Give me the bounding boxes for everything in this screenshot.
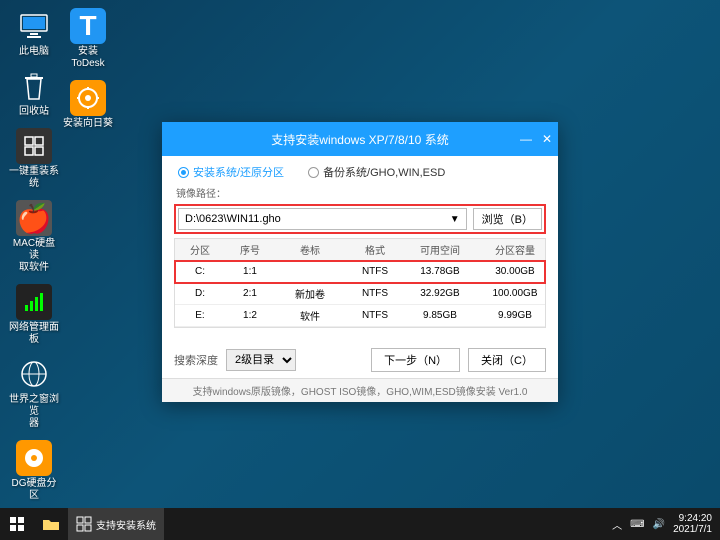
path-highlight: D:\0623\WIN11.gho ▼ 浏览（B） [174,204,546,234]
partition-table: 分区 序号 卷标 格式 可用空间 分区容量 C: 1:1 NTFS 13.78G… [174,238,546,328]
desktop-icon-recycle[interactable]: 回收站 [8,68,60,118]
chevron-down-icon: ▼ [450,214,460,225]
window-title: 支持安装windows XP/7/8/10 系统 [271,131,448,148]
system-tray: ︿ ⌨ 🔊 9:24:20 2021/7/1 [612,513,720,535]
taskbar: 支持安装系统 ︿ ⌨ 🔊 9:24:20 2021/7/1 [0,508,720,540]
desktop-icon-world[interactable]: 世界之窗浏览 器 [8,356,60,430]
taskbar-explorer[interactable] [34,508,68,540]
tray-chevron-icon[interactable]: ︿ [612,517,622,532]
close-button[interactable]: ✕ [542,132,552,146]
radio-backup[interactable]: 备份系统/GHO,WIN,ESD [308,164,445,180]
desktop-icon-todesk[interactable]: T 安装ToDesk [62,8,114,70]
table-header: 分区 序号 卷标 格式 可用空间 分区容量 [175,239,545,261]
windows-icon [10,517,24,531]
desktop-icon-dg[interactable]: DG硬盘分区 [8,440,60,502]
bars-icon [16,284,52,320]
tray-volume-icon[interactable]: 🔊 [653,519,665,530]
todesk-icon: T [70,8,106,44]
table-row[interactable]: D: 2:1 新加卷 NTFS 32.92GB 100.00GB [175,283,545,305]
folder-icon [42,517,60,531]
radio-dot-icon [178,167,189,178]
trash-icon [16,68,52,104]
tray-keyboard-icon[interactable]: ⌨ [630,519,644,530]
grid-icon [16,128,52,164]
desktop-icon-mac[interactable]: 🍎 MAC硬盘读 取软件 [8,200,60,274]
desktop-icon-reinstall[interactable]: 一键重装系统 [8,128,60,190]
close-dialog-button[interactable]: 关闭（C） [468,348,546,372]
desktop-icon-sunflower[interactable]: 安装向日葵 [62,80,114,130]
desktop-icon-network[interactable]: 网络管理面板 [8,284,60,346]
search-depth-select[interactable]: 2级目录 [226,349,296,371]
path-dropdown[interactable]: D:\0623\WIN11.gho ▼ [178,208,467,230]
browse-button[interactable]: 浏览（B） [473,208,542,230]
tray-clock[interactable]: 9:24:20 2021/7/1 [673,513,712,535]
monitor-icon [16,8,52,44]
globe-icon [16,356,52,392]
start-button[interactable] [0,508,34,540]
apple-icon: 🍎 [16,200,52,236]
next-button[interactable]: 下一步（N） [371,348,460,372]
titlebar[interactable]: 支持安装windows XP/7/8/10 系统 — ✕ [162,122,558,156]
desktop-icon-this-pc[interactable]: 此电脑 [8,8,60,58]
radio-dot-icon [308,167,319,178]
status-line: 支持windows原版镜像，GHOST ISO镜像，GHO,WIM,ESD镜像安… [162,378,558,402]
taskbar-app[interactable]: 支持安装系统 [68,508,164,540]
path-label: 镜像路径： [176,189,226,200]
table-row[interactable]: E: 1:2 软件 NTFS 9.85GB 9.99GB [175,305,545,327]
grid-icon [76,516,92,532]
installer-window: 支持安装windows XP/7/8/10 系统 — ✕ 安装系统/还原分区 备… [162,122,558,402]
sunflower-icon [70,80,106,116]
table-row[interactable]: C: 1:1 NTFS 13.78GB 30.00GB [175,261,545,283]
disk-icon [16,440,52,476]
radio-install[interactable]: 安装系统/还原分区 [178,164,284,180]
minimize-button[interactable]: — [520,132,532,146]
search-depth-label: 搜索深度 [174,352,218,368]
